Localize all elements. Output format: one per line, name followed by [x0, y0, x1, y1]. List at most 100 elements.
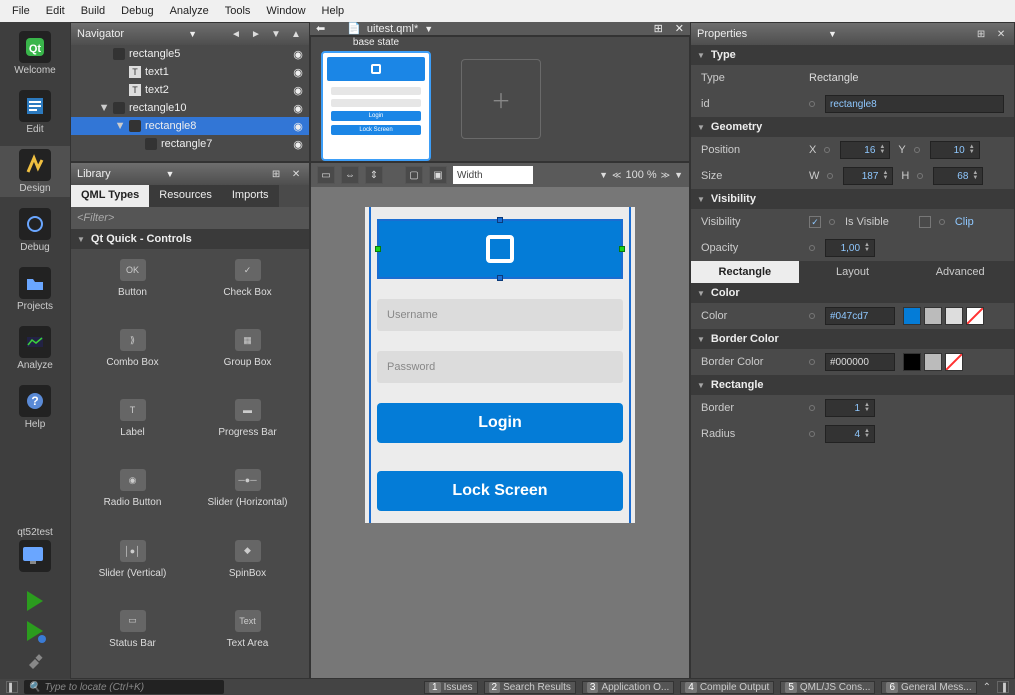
add-state-button[interactable]: ＋ [461, 59, 541, 139]
dropdown-icon[interactable]: ▼ [166, 169, 175, 179]
selected-rectangle8[interactable] [377, 219, 623, 279]
tool-bound2-icon[interactable]: ▣ [429, 166, 447, 184]
close-icon[interactable]: ✕ [675, 22, 684, 35]
ctrl-progressbar[interactable]: ▬Progress Bar [192, 395, 303, 461]
subtab-layout[interactable]: Layout [799, 261, 907, 283]
border-spinbox[interactable]: 1▲▼ [825, 399, 875, 417]
clip-checkbox[interactable] [919, 216, 931, 228]
bcolor-swatch-none[interactable] [945, 353, 963, 371]
tab-imports[interactable]: Imports [222, 185, 279, 207]
zoom-prev-icon[interactable]: ≪ [612, 170, 621, 181]
section-type[interactable]: Type [691, 45, 1014, 65]
ctrl-slider-v[interactable]: │●│Slider (Vertical) [77, 536, 188, 602]
binding-indicator-icon[interactable] [809, 359, 815, 365]
h-spinbox[interactable]: 68▲▼ [933, 167, 983, 185]
nav-arrow-right-icon[interactable]: ► [249, 27, 263, 41]
resize-handle-n[interactable] [497, 217, 503, 223]
tab-qml-types[interactable]: QML Types [71, 185, 149, 207]
menu-analyze[interactable]: Analyze [162, 5, 217, 17]
color-swatch-gray[interactable] [924, 307, 942, 325]
binding-indicator-icon[interactable] [914, 147, 920, 153]
color-swatch-light[interactable] [945, 307, 963, 325]
ctrl-checkbox[interactable]: ✓Check Box [192, 255, 303, 321]
tool-anchor2-icon[interactable]: ⇕ [365, 166, 383, 184]
close-icon[interactable]: ✕ [994, 27, 1008, 41]
tree-item-text1[interactable]: Ttext1◉ [71, 63, 309, 81]
visibility-icon[interactable]: ◉ [291, 47, 305, 61]
locator-input[interactable]: 🔍 Type to locate (Ctrl+K) [24, 680, 224, 694]
split-icon[interactable]: ⊞ [269, 167, 283, 181]
ctrl-spinbox[interactable]: ◆SpinBox [192, 536, 303, 602]
ctrl-label[interactable]: TLabel [77, 395, 188, 461]
ctrl-radio[interactable]: ◉Radio Button [77, 465, 188, 531]
color-swatch-none[interactable] [966, 307, 984, 325]
binding-indicator-icon[interactable] [917, 173, 923, 179]
run-button[interactable] [27, 591, 43, 611]
mode-help[interactable]: ? Help [0, 382, 70, 433]
dropdown-icon[interactable]: ▼ [674, 170, 683, 180]
binding-indicator-icon[interactable] [827, 173, 833, 179]
visibility-icon[interactable]: ◉ [291, 101, 305, 115]
dropdown-icon[interactable]: ▼ [828, 29, 837, 39]
build-button[interactable] [25, 651, 45, 671]
mode-design[interactable]: Design [0, 146, 70, 197]
y-spinbox[interactable]: 10▲▼ [930, 141, 980, 159]
binding-indicator-icon[interactable] [809, 405, 815, 411]
subtab-advanced[interactable]: Advanced [906, 261, 1014, 283]
debug-run-button[interactable] [27, 621, 43, 641]
status-expand-icon[interactable]: ⌃ [983, 682, 991, 693]
mode-edit[interactable]: Edit [0, 87, 70, 138]
navigator-tree[interactable]: rectangle5◉ Ttext1◉ Ttext2◉ ▼rectangle10… [71, 45, 309, 161]
controls-group-header[interactable]: Qt Quick - Controls [71, 229, 309, 249]
section-color[interactable]: Color [691, 283, 1014, 303]
mode-debug[interactable]: Debug [0, 205, 70, 256]
ctrl-statusbar[interactable]: ▭Status Bar [77, 606, 188, 672]
opacity-spinbox[interactable]: 1,00▲▼ [825, 239, 875, 257]
back-icon[interactable]: ⬅ [316, 22, 325, 35]
menu-debug[interactable]: Debug [113, 5, 161, 17]
binding-indicator-icon[interactable] [809, 313, 815, 319]
menu-file[interactable]: File [4, 5, 38, 17]
visibility-icon[interactable]: ◉ [291, 83, 305, 97]
tree-item-rectangle7[interactable]: rectangle7◉ [71, 135, 309, 153]
zoom-value[interactable]: 100 % [625, 169, 656, 181]
ctrl-textarea[interactable]: TextText Area [192, 606, 303, 672]
menu-build[interactable]: Build [73, 5, 113, 17]
main-menu-bar[interactable]: File Edit Build Debug Analyze Tools Wind… [0, 0, 1015, 22]
tree-item-rectangle8[interactable]: ▼rectangle8◉ [71, 117, 309, 135]
binding-indicator-icon[interactable] [824, 147, 830, 153]
menu-window[interactable]: Window [258, 5, 313, 17]
login-button[interactable]: Login [377, 403, 623, 443]
menu-tools[interactable]: Tools [217, 5, 259, 17]
tree-item-text2[interactable]: Ttext2◉ [71, 81, 309, 99]
password-field[interactable]: Password [377, 351, 623, 383]
ctrl-combobox[interactable]: ⟫Combo Box [77, 325, 188, 391]
zoom-next-icon[interactable]: ≫ [661, 170, 670, 181]
tree-item-rectangle10[interactable]: ▼rectangle10◉ [71, 99, 309, 117]
tree-item-rectangle5[interactable]: rectangle5◉ [71, 45, 309, 63]
pane-qmljs[interactable]: 5QML/JS Cons... [780, 681, 875, 694]
username-field[interactable]: Username [377, 299, 623, 331]
w-spinbox[interactable]: 187▲▼ [843, 167, 893, 185]
pane-search[interactable]: 2Search Results [484, 681, 576, 694]
color-input[interactable]: #047cd7 [825, 307, 895, 325]
visibility-icon[interactable]: ◉ [291, 119, 305, 133]
nav-arrow-left-icon[interactable]: ◄ [229, 27, 243, 41]
border-color-input[interactable]: #000000 [825, 353, 895, 371]
tool-select-icon[interactable]: ▭ [317, 166, 335, 184]
menu-help[interactable]: Help [314, 5, 353, 17]
close-icon[interactable]: ✕ [289, 167, 303, 181]
resize-handle-w[interactable] [375, 246, 381, 252]
mode-welcome[interactable]: Qt Welcome [0, 28, 70, 79]
color-swatch-current[interactable] [903, 307, 921, 325]
lock-screen-button[interactable]: Lock Screen [377, 471, 623, 511]
visibility-icon[interactable]: ◉ [291, 65, 305, 79]
visibility-icon[interactable]: ◉ [291, 137, 305, 151]
bcolor-swatch-current[interactable] [903, 353, 921, 371]
subtab-rectangle[interactable]: Rectangle [691, 261, 799, 283]
nav-arrow-down-icon[interactable]: ▼ [269, 27, 283, 41]
mode-projects[interactable]: Projects [0, 264, 70, 315]
bcolor-swatch-gray[interactable] [924, 353, 942, 371]
section-visibility[interactable]: Visibility [691, 189, 1014, 209]
pane-issues[interactable]: 1Issues [424, 681, 477, 694]
